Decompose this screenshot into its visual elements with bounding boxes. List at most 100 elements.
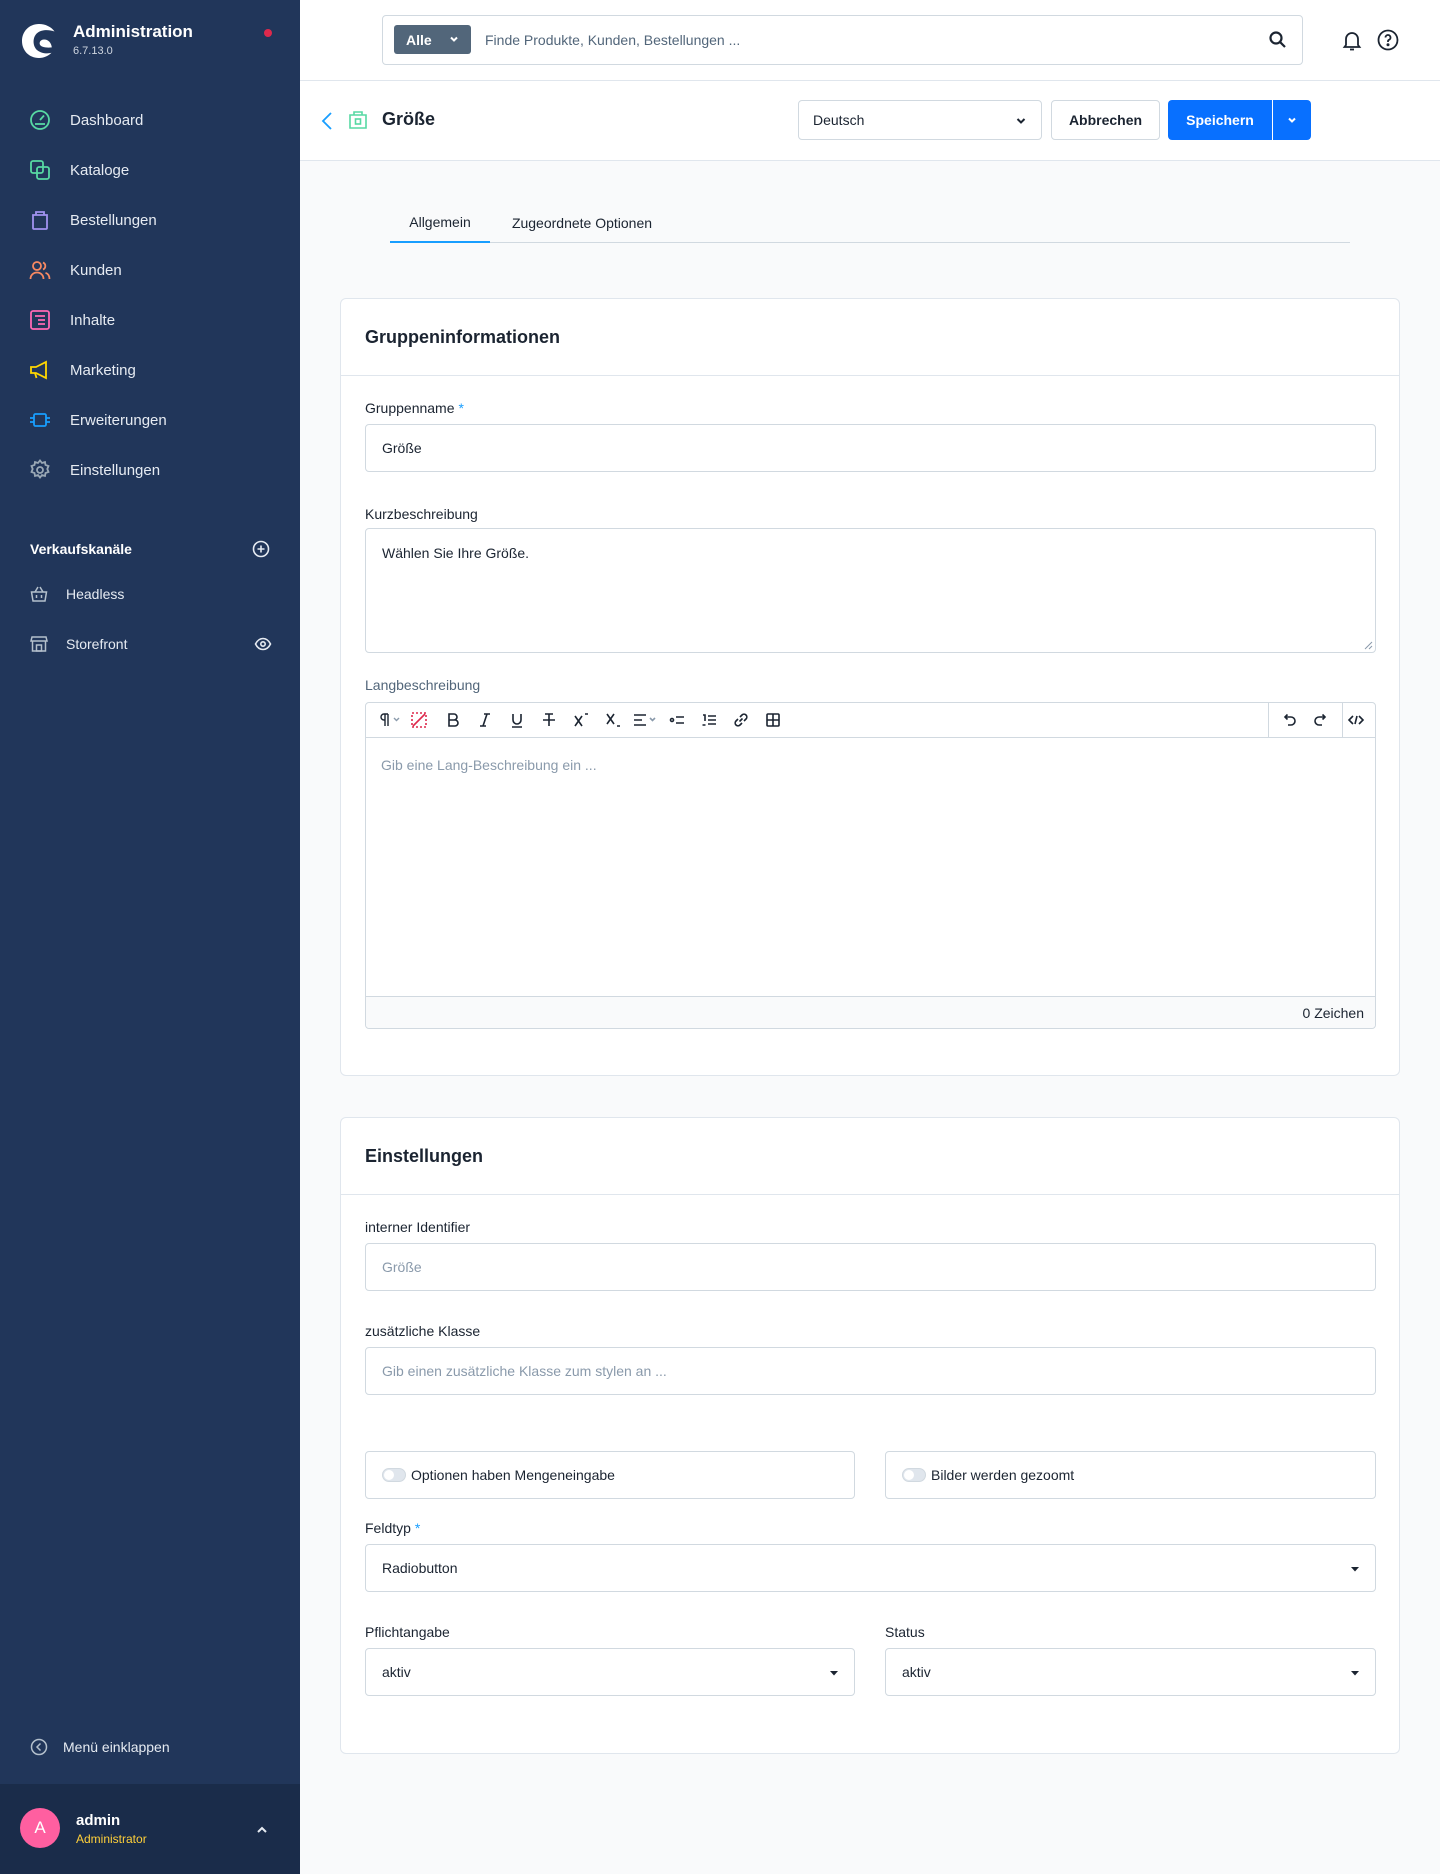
nav-item-dashboard[interactable]: Dashboard bbox=[0, 95, 300, 145]
italic-icon[interactable] bbox=[476, 711, 494, 729]
global-search: Alle bbox=[382, 15, 1303, 65]
group-name-label-text: Gruppenname bbox=[365, 400, 455, 416]
long-description-content[interactable]: Gib eine Lang-Beschreibung ein ... bbox=[381, 757, 597, 773]
language-value: Deutsch bbox=[813, 112, 865, 128]
toggle-switch[interactable] bbox=[382, 1468, 406, 1482]
user-name: admin bbox=[76, 1812, 121, 1829]
css-class-input[interactable]: Gib einen zusätzliche Klasse zum stylen … bbox=[365, 1347, 1376, 1395]
nav-label: Einstellungen bbox=[70, 461, 161, 479]
search-type-label: Alle bbox=[406, 31, 432, 48]
redo-icon[interactable] bbox=[1312, 711, 1330, 729]
toolbar-divider bbox=[1342, 703, 1343, 738]
tab-general[interactable]: Allgemein bbox=[390, 202, 490, 243]
zoom-toggle[interactable]: Bilder werden gezoomt bbox=[885, 1451, 1376, 1499]
group-info-card: Gruppeninformationen Gruppenname * Größe … bbox=[340, 298, 1400, 1076]
editor-toolbar bbox=[366, 703, 1375, 738]
bullet-list-icon[interactable] bbox=[668, 711, 686, 729]
sales-channels-header: Verkaufskanäle bbox=[30, 537, 270, 561]
customers-icon bbox=[29, 259, 51, 281]
user-menu[interactable]: A admin Administrator bbox=[0, 1784, 300, 1874]
cancel-button[interactable]: Abbrechen bbox=[1051, 100, 1160, 140]
remove-format-icon[interactable] bbox=[410, 711, 428, 729]
quantity-toggle[interactable]: Optionen haben Mengeneingabe bbox=[365, 1451, 855, 1499]
identifier-input[interactable]: Größe bbox=[365, 1243, 1376, 1291]
save-button[interactable]: Speichern bbox=[1168, 100, 1272, 140]
toggle-switch[interactable] bbox=[902, 1468, 926, 1482]
required-field-label: Pflichtangabe bbox=[365, 1624, 450, 1640]
group-name-input[interactable]: Größe bbox=[365, 424, 1376, 472]
language-select[interactable]: Deutsch bbox=[798, 100, 1042, 140]
short-description-textarea[interactable]: Wählen Sie Ihre Größe. bbox=[365, 528, 1376, 653]
numbered-list-icon[interactable] bbox=[700, 711, 718, 729]
help-icon[interactable] bbox=[1376, 28, 1400, 52]
subscript-icon[interactable] bbox=[604, 711, 622, 729]
extensions-icon bbox=[29, 409, 51, 431]
app-version: 6.7.13.0 bbox=[73, 45, 113, 57]
nav-item-extensions[interactable]: Erweiterungen bbox=[0, 395, 300, 445]
undo-icon[interactable] bbox=[1280, 711, 1298, 729]
dashboard-icon bbox=[29, 109, 51, 131]
nav-item-marketing[interactable]: Marketing bbox=[0, 345, 300, 395]
group-name-value: Größe bbox=[382, 440, 422, 456]
app-title: Administration bbox=[73, 22, 193, 41]
nav-item-settings[interactable]: Einstellungen bbox=[0, 445, 300, 495]
chevron-up-icon[interactable] bbox=[252, 1820, 272, 1840]
status-select[interactable]: aktiv bbox=[885, 1648, 1376, 1696]
chevron-down-icon bbox=[830, 1671, 838, 1676]
bell-icon[interactable] bbox=[1340, 28, 1364, 52]
add-circle-icon[interactable] bbox=[252, 540, 270, 558]
long-description-editor: Gib eine Lang-Beschreibung ein ... 0 Zei… bbox=[365, 702, 1376, 1029]
field-type-select[interactable]: Radiobutton bbox=[365, 1544, 1376, 1592]
nav-item-customers[interactable]: Kunden bbox=[0, 245, 300, 295]
short-description-label: Kurzbeschreibung bbox=[365, 506, 478, 522]
search-input[interactable] bbox=[485, 26, 1245, 54]
bold-icon[interactable] bbox=[444, 711, 462, 729]
status-value: aktiv bbox=[902, 1664, 931, 1680]
underline-icon[interactable] bbox=[508, 711, 526, 729]
required-mark: * bbox=[414, 1520, 421, 1536]
resize-handle-icon[interactable] bbox=[1363, 640, 1373, 650]
nav-label: Inhalte bbox=[70, 311, 116, 329]
nav-item-catalogs[interactable]: Kataloge bbox=[0, 145, 300, 195]
card-divider bbox=[341, 375, 1399, 376]
editor-footer: 0 Zeichen bbox=[366, 996, 1375, 1028]
notification-dot bbox=[264, 29, 272, 37]
chevron-down-icon bbox=[1288, 117, 1296, 123]
css-class-placeholder: Gib einen zusätzliche Klasse zum stylen … bbox=[382, 1363, 667, 1379]
required-select[interactable]: aktiv bbox=[365, 1648, 855, 1696]
toolbar-divider bbox=[1268, 703, 1269, 738]
eye-icon[interactable] bbox=[254, 635, 272, 653]
tab-assigned-options[interactable]: Zugeordnete Optionen bbox=[498, 202, 666, 243]
field-type-label-text: Feldtyp bbox=[365, 1520, 411, 1536]
save-options-button[interactable] bbox=[1273, 100, 1311, 140]
text-align-icon[interactable] bbox=[632, 711, 660, 729]
paragraph-format-icon[interactable] bbox=[376, 711, 404, 729]
brand[interactable]: Administration 6.7.13.0 bbox=[20, 22, 193, 60]
superscript-icon[interactable] bbox=[572, 711, 590, 729]
user-role: Administrator bbox=[76, 1832, 147, 1846]
sales-channels-title: Verkaufskanäle bbox=[30, 541, 132, 557]
search-type-select[interactable]: Alle bbox=[394, 25, 471, 54]
nav-label: Erweiterungen bbox=[70, 411, 167, 429]
table-icon[interactable] bbox=[764, 711, 782, 729]
sales-channel-headless[interactable]: Headless bbox=[30, 579, 270, 609]
nav-label: Marketing bbox=[70, 361, 136, 379]
field-type-value: Radiobutton bbox=[382, 1560, 458, 1576]
link-icon[interactable] bbox=[732, 711, 750, 729]
collapse-menu-button[interactable]: Menü einklappen bbox=[30, 1738, 170, 1756]
gear-icon bbox=[29, 459, 51, 481]
chevron-down-icon bbox=[1351, 1671, 1359, 1676]
sales-channel-label: Storefront bbox=[66, 636, 128, 652]
chevron-down-icon bbox=[1016, 118, 1026, 124]
product-group-icon bbox=[349, 111, 367, 129]
search-icon[interactable] bbox=[1268, 30, 1288, 50]
strikethrough-icon[interactable] bbox=[540, 711, 558, 729]
back-icon[interactable] bbox=[319, 110, 337, 132]
catalog-icon bbox=[29, 159, 51, 181]
code-view-icon[interactable] bbox=[1347, 711, 1365, 729]
long-description-label: Langbeschreibung bbox=[365, 677, 481, 693]
nav-item-content[interactable]: Inhalte bbox=[0, 295, 300, 345]
page-title: Größe bbox=[382, 109, 436, 129]
nav-item-orders[interactable]: Bestellungen bbox=[0, 195, 300, 245]
sales-channel-storefront[interactable]: Storefront bbox=[30, 629, 272, 659]
